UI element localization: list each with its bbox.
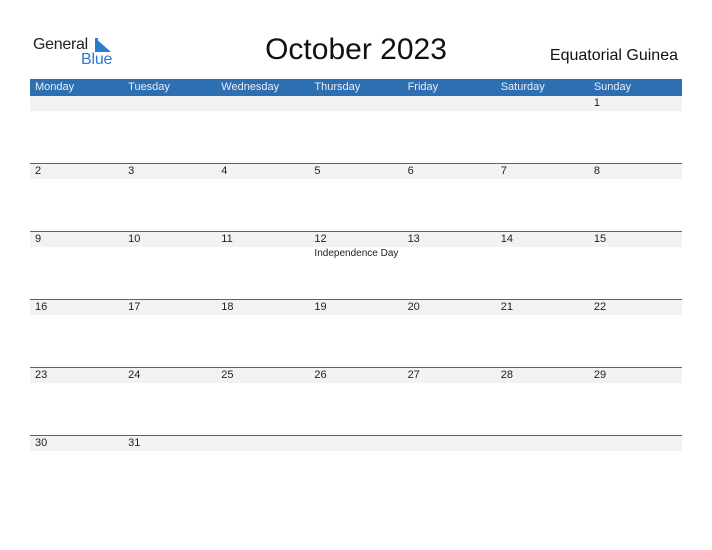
day-number [496, 96, 589, 111]
day-number: 13 [407, 233, 420, 245]
day-number-row: 16 17 18 19 20 21 22 [30, 300, 682, 315]
day-number: 7 [500, 165, 507, 177]
day-number-row: 30 31 [30, 436, 682, 451]
day-number: 12 [314, 233, 327, 245]
day-number: 6 [407, 165, 414, 177]
day-number: 21 [500, 301, 513, 313]
day-number: 20 [407, 301, 420, 313]
week-row: 23 24 25 26 27 28 29 [30, 367, 682, 435]
day-number: 31 [128, 437, 141, 449]
day-number [216, 436, 309, 451]
day-number: 26 [314, 369, 327, 381]
week-row: 16 17 18 19 20 21 22 [30, 299, 682, 367]
event-row: Independence Day [30, 247, 682, 261]
day-number: 10 [128, 233, 141, 245]
day-number: 19 [314, 301, 327, 313]
day-number: 16 [35, 301, 48, 313]
day-event [589, 247, 682, 261]
day-number: 11 [221, 233, 233, 245]
day-event [216, 247, 309, 261]
calendar-grid: Monday Tuesday Wednesday Thursday Friday… [30, 79, 682, 503]
day-number: 9 [35, 233, 42, 245]
day-event [30, 247, 123, 261]
weekday-tuesday: Tuesday [128, 81, 170, 93]
day-number: 27 [407, 369, 420, 381]
day-number: 30 [35, 437, 48, 449]
day-number: 29 [593, 369, 607, 381]
weekday-saturday: Saturday [500, 81, 545, 93]
day-number: 2 [35, 165, 42, 177]
day-number: 14 [500, 233, 513, 245]
day-number [496, 436, 589, 451]
week-row: 1 [30, 96, 682, 163]
day-number [403, 436, 496, 451]
day-number-row: 1 [30, 96, 682, 111]
day-number: 8 [593, 165, 600, 177]
day-number [30, 96, 123, 111]
weekday-wednesday: Wednesday [221, 81, 280, 93]
day-number: 17 [128, 301, 141, 313]
week-row: 30 31 [30, 435, 682, 503]
day-number-row: 23 24 25 26 27 28 29 [30, 368, 682, 383]
day-event: Independence Day [314, 248, 399, 259]
week-row: 9 10 11 12 13 14 15 Independence Day [30, 231, 682, 299]
day-number [123, 96, 216, 111]
day-number: 18 [221, 301, 234, 313]
day-number: 22 [593, 301, 607, 313]
day-number: 15 [593, 233, 607, 245]
day-number: 23 [35, 369, 48, 381]
day-number [403, 96, 496, 111]
day-number-row: 2 3 4 5 6 7 8 [30, 164, 682, 179]
day-number [216, 96, 309, 111]
day-number [589, 436, 682, 451]
weekday-friday: Friday [407, 81, 439, 93]
day-number: 24 [128, 369, 141, 381]
day-number: 5 [314, 165, 321, 177]
day-event [403, 247, 496, 261]
day-number: 1 [593, 97, 600, 109]
day-number: 4 [221, 165, 228, 177]
day-event [496, 247, 589, 261]
day-number: 28 [500, 369, 513, 381]
day-number [309, 436, 402, 451]
weekday-monday: Monday [35, 81, 75, 93]
day-number: 3 [128, 165, 135, 177]
day-number: 25 [221, 369, 234, 381]
day-event [123, 247, 216, 261]
country-name: Equatorial Guinea [549, 47, 678, 64]
weekday-thursday: Thursday [314, 81, 361, 93]
day-number [309, 96, 402, 111]
weekday-header: Monday Tuesday Wednesday Thursday Friday… [30, 79, 682, 96]
week-row: 2 3 4 5 6 7 8 [30, 163, 682, 231]
day-number-row: 9 10 11 12 13 14 15 [30, 232, 682, 247]
weekday-sunday: Sunday [593, 81, 632, 93]
